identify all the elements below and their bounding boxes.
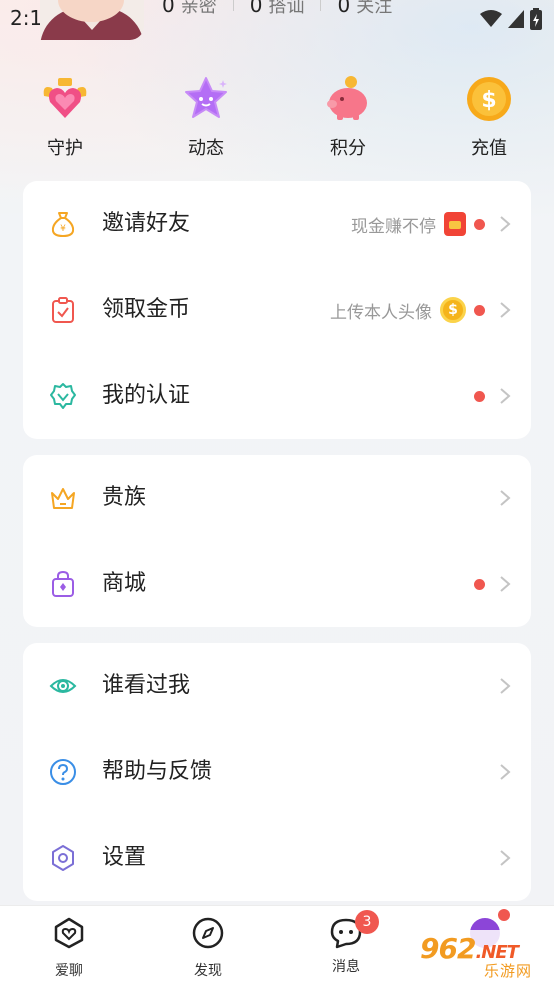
- menu-invite-friends-hint: 现金赚不停: [351, 216, 436, 237]
- menu-nobility-right: [485, 455, 511, 541]
- quick-guard-label: 守护: [47, 138, 83, 159]
- help-icon: [50, 759, 76, 785]
- menu-help-feedback[interactable]: 帮助与反馈: [23, 729, 531, 815]
- quick-moments-label: 动态: [188, 138, 224, 159]
- verified-badge-icon: [50, 383, 76, 409]
- chevron-right-icon: [500, 388, 511, 404]
- divider: [232, 0, 234, 11]
- chevron-right-icon: [500, 576, 511, 592]
- gold-coin-icon: $: [440, 297, 466, 323]
- menu-claim-coins-right: 上传本人头像 $: [330, 267, 511, 353]
- chevron-right-icon: [500, 490, 511, 506]
- eye-icon: [49, 679, 77, 693]
- piggy-bank-icon: [327, 76, 367, 120]
- menu-mall-title: 商城: [102, 571, 147, 596]
- battery-icon: [530, 8, 542, 30]
- shopping-bag-icon: [52, 570, 74, 597]
- menu-verification-title: 我的认证: [102, 383, 191, 408]
- red-packet-icon: [444, 212, 466, 236]
- notification-dot: [474, 390, 485, 402]
- menu-visitors-right: [485, 643, 511, 729]
- menu-nobility-title: 贵族: [102, 485, 147, 510]
- guard-heart-icon: [43, 78, 87, 118]
- divider: [320, 0, 322, 11]
- menu-mall[interactable]: 商城: [23, 541, 531, 627]
- chevron-right-icon: [500, 678, 511, 694]
- count-intimate[interactable]: 0 亲密: [162, 0, 217, 18]
- notification-dot: [474, 578, 485, 590]
- notification-dot: [474, 304, 485, 316]
- watermark-subtitle: 乐游网: [484, 962, 533, 980]
- quick-recharge-label: 充值: [471, 138, 507, 159]
- menu-invite-friends[interactable]: ¥ 邀请好友 现金赚不停: [23, 181, 531, 267]
- menu-settings-right: [485, 815, 511, 901]
- menu-mall-right: [466, 541, 511, 627]
- watermark-number: 962: [420, 932, 476, 965]
- nav-discover[interactable]: 发现: [168, 916, 248, 980]
- count-follow-label: 关注: [356, 0, 393, 17]
- compass-icon: [192, 917, 224, 949]
- nav-me-dot: [498, 909, 510, 921]
- nav-messages-label: 消息: [332, 959, 360, 975]
- heart-chat-icon: [54, 917, 84, 949]
- count-greet[interactable]: 0 搭讪: [250, 0, 305, 18]
- menu-help-feedback-title: 帮助与反馈: [102, 759, 213, 784]
- chevron-right-icon: [500, 302, 511, 318]
- status-icons: [480, 8, 542, 30]
- menu-visitors[interactable]: 谁看过我: [23, 643, 531, 729]
- profile-counts: 0 亲密 0 搭讪 0 关注: [162, 0, 392, 18]
- chevron-right-icon: [500, 216, 511, 232]
- nav-messages[interactable]: 3 消息: [306, 910, 386, 976]
- menu-nobility[interactable]: 贵族: [23, 455, 531, 541]
- chevron-right-icon: [500, 764, 511, 780]
- chevron-right-icon: [500, 850, 511, 866]
- quick-entries: 守护 动态 积分 $ 充值: [0, 74, 554, 160]
- svg-text:$: $: [481, 88, 496, 113]
- count-follow[interactable]: 0 关注: [337, 0, 392, 18]
- message-icon-wrap: 3: [329, 910, 379, 950]
- count-intimate-label: 亲密: [180, 0, 217, 17]
- count-intimate-num: 0: [162, 0, 175, 17]
- menu-invite-friends-right: 现金赚不停: [351, 181, 511, 267]
- nav-chat[interactable]: 爱聊: [29, 916, 109, 980]
- notification-dot: [474, 218, 485, 230]
- count-greet-num: 0: [249, 0, 263, 17]
- count-greet-label: 搭讪: [268, 0, 305, 17]
- quick-guard[interactable]: 守护: [20, 74, 110, 160]
- menu-settings[interactable]: 设置: [23, 815, 531, 901]
- menu-verification[interactable]: 我的认证: [23, 353, 531, 439]
- quick-points[interactable]: 积分: [303, 74, 393, 160]
- quick-moments[interactable]: 动态: [161, 74, 251, 160]
- status-bar: 2:13 0 亲密 0 搭讪 0 关注: [0, 0, 554, 40]
- quick-recharge[interactable]: $ 充值: [444, 74, 534, 160]
- menu-claim-coins-title: 领取金币: [102, 297, 191, 322]
- wifi-icon: [480, 10, 502, 27]
- site-watermark: 962.NET 乐游网: [412, 930, 554, 982]
- svg-text:¥: ¥: [60, 224, 66, 234]
- nav-discover-label: 发现: [194, 963, 222, 979]
- quick-points-label: 积分: [330, 138, 366, 159]
- menu-claim-coins[interactable]: 领取金币 上传本人头像 $: [23, 267, 531, 353]
- menu-claim-coins-hint: 上传本人头像: [330, 302, 432, 323]
- message-badge: 3: [355, 910, 379, 934]
- menu-settings-title: 设置: [102, 845, 147, 870]
- clipboard-check-icon: [52, 297, 74, 323]
- coin-icon: $: [467, 77, 511, 121]
- menu-verification-right: [466, 353, 511, 439]
- star-icon: [185, 77, 227, 118]
- money-bag-icon: ¥: [51, 212, 75, 238]
- count-follow-num: 0: [337, 0, 351, 17]
- menu-card-rewards: ¥ 邀请好友 现金赚不停 领取金币 上传本人头像 $ 我的认证: [23, 181, 531, 439]
- user-avatar[interactable]: [40, 0, 144, 40]
- menu-help-feedback-right: [485, 729, 511, 815]
- nav-chat-label: 爱聊: [55, 963, 83, 979]
- signal-icon: [508, 10, 524, 28]
- menu-visitors-title: 谁看过我: [102, 673, 191, 698]
- menu-card-vip: 贵族 商城: [23, 455, 531, 627]
- menu-invite-friends-title: 邀请好友: [102, 211, 191, 236]
- crown-icon: [51, 488, 75, 509]
- settings-icon: [52, 845, 74, 871]
- menu-card-general: 谁看过我 帮助与反馈 设置: [23, 643, 531, 901]
